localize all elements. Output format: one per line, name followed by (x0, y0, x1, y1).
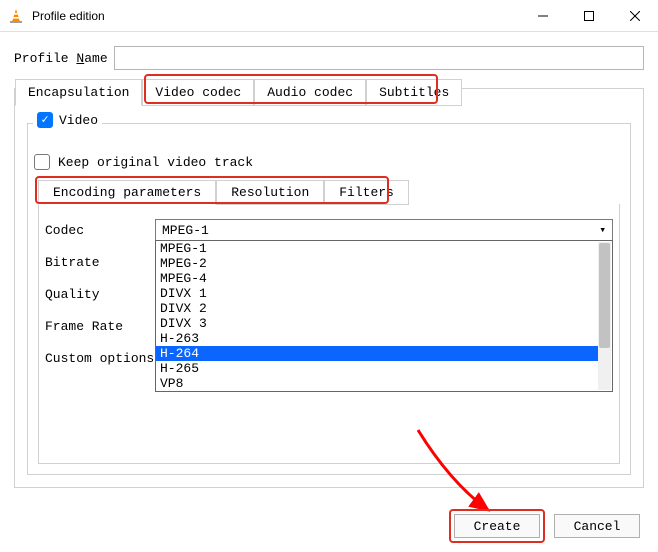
titlebar: Profile edition (0, 0, 658, 32)
codec-option[interactable]: H-263 (156, 331, 598, 346)
profile-name-input[interactable] (114, 46, 644, 70)
tab-filters[interactable]: Filters (324, 180, 409, 205)
codec-dropdown[interactable]: MPEG-1MPEG-2MPEG-4DIVX 1DIVX 2DIVX 3H-26… (155, 240, 613, 392)
framerate-label: Frame Rate (45, 319, 155, 334)
bitrate-label: Bitrate (45, 255, 155, 270)
tab-encoding-parameters[interactable]: Encoding parameters (38, 180, 216, 205)
window-title: Profile edition (32, 9, 520, 23)
quality-label: Quality (45, 287, 155, 302)
profile-name-label: Profile Name (14, 51, 108, 66)
tab-audio-codec[interactable]: Audio codec (254, 79, 366, 106)
video-fieldset-legend: Video (33, 112, 102, 128)
create-button[interactable]: Create (454, 514, 540, 538)
keep-original-checkbox[interactable] (34, 154, 50, 170)
codec-combo[interactable]: MPEG-1 (155, 219, 613, 241)
cancel-button[interactable]: Cancel (554, 514, 640, 538)
video-fieldset: Video Keep original video track Encoding… (27, 123, 631, 475)
tab-encapsulation[interactable]: Encapsulation (15, 79, 142, 106)
tab-resolution[interactable]: Resolution (216, 180, 324, 205)
codec-option[interactable]: DIVX 3 (156, 316, 598, 331)
custom-options-label: Custom options (45, 351, 155, 366)
encoding-panel: Codec MPEG-1 Bitrate Quality Frame Rate … (38, 204, 620, 464)
maximize-button[interactable] (566, 0, 612, 32)
codec-option[interactable]: H-265 (156, 361, 598, 376)
video-legend-text: Video (59, 113, 98, 128)
codec-option[interactable]: MPEG-2 (156, 256, 598, 271)
outer-tab-panel: Encapsulation Video codec Audio codec Su… (14, 88, 644, 488)
tab-subtitles[interactable]: Subtitles (366, 79, 462, 106)
codec-option[interactable]: DIVX 1 (156, 286, 598, 301)
close-button[interactable] (612, 0, 658, 32)
scrollbar-thumb[interactable] (599, 243, 610, 348)
video-checkbox[interactable] (37, 112, 53, 128)
codec-option[interactable]: VP8 (156, 376, 598, 391)
profile-name-row: Profile Name (14, 46, 644, 70)
codec-option[interactable]: MPEG-1 (156, 241, 598, 256)
outer-tabs-header: Encapsulation Video codec Audio codec Su… (15, 79, 462, 106)
codec-option[interactable]: MPEG-4 (156, 271, 598, 286)
codec-option[interactable]: DIVX 2 (156, 301, 598, 316)
dropdown-scrollbar[interactable] (598, 242, 611, 390)
vlc-icon (8, 8, 24, 24)
codec-option[interactable]: H-264 (156, 346, 598, 361)
codec-label: Codec (45, 223, 155, 238)
inner-tabs-header: Encoding parameters Resolution Filters (38, 180, 620, 205)
tab-video-codec[interactable]: Video codec (142, 79, 254, 106)
minimize-button[interactable] (520, 0, 566, 32)
keep-original-label: Keep original video track (58, 155, 253, 170)
